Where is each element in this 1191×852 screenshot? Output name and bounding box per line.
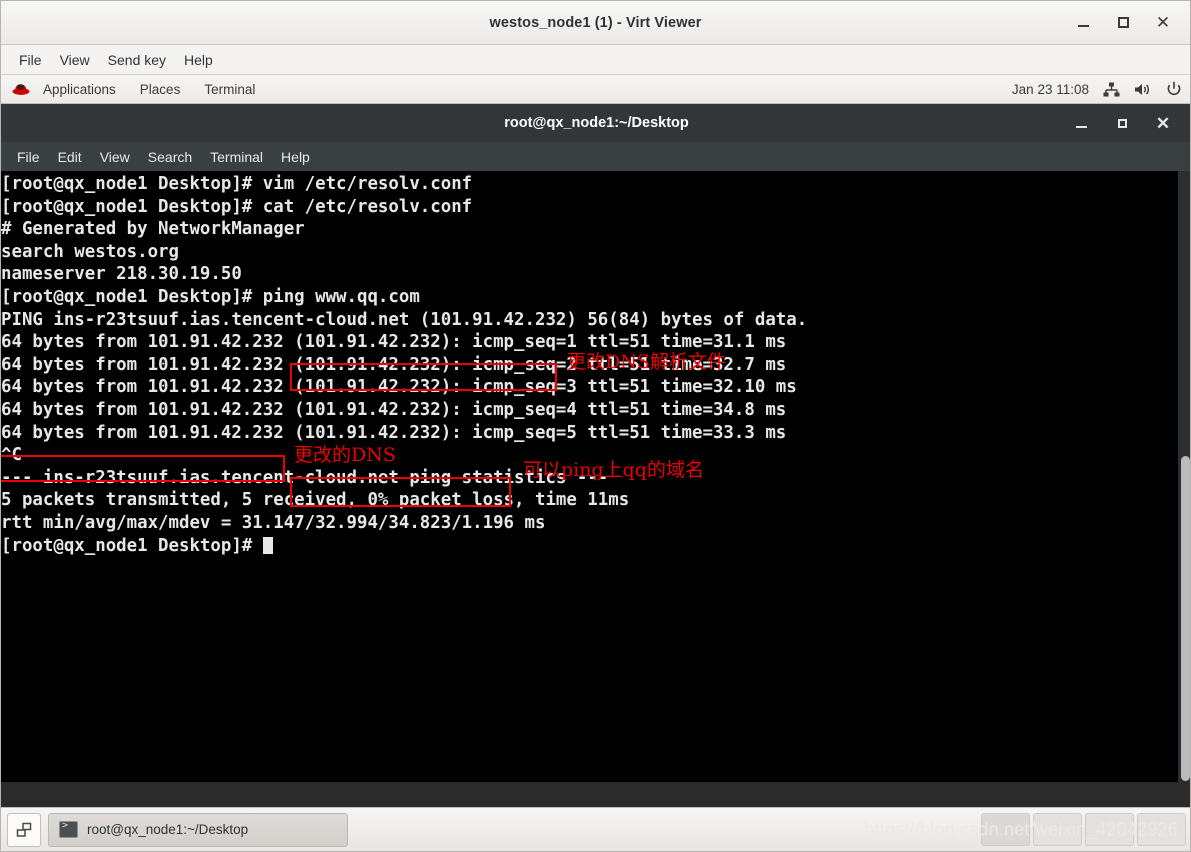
workspace-2[interactable]	[1033, 813, 1082, 846]
taskbar-window-label: root@qx_node1:~/Desktop	[87, 822, 249, 837]
terminal-close-icon[interactable]: ✕	[1154, 114, 1172, 132]
gnome-top-panel: Applications Places Terminal Jan 23 11:0…	[1, 75, 1190, 104]
volume-icon[interactable]	[1134, 82, 1152, 97]
taskbar-window-button[interactable]: root@qx_node1:~/Desktop	[48, 812, 348, 847]
workspace-3[interactable]	[1085, 813, 1134, 846]
annotation-label: 可以ping上qq的域名	[523, 459, 704, 481]
workspace-1[interactable]	[981, 813, 1030, 846]
terminal-line: [root@qx_node1 Desktop]#	[1, 535, 807, 558]
terminal-line: nameserver 218.30.19.50	[1, 264, 242, 285]
terminal-menu-search[interactable]: Search	[139, 147, 201, 167]
workspace-switcher: https://blog.csdn.net/weixin_42042926	[864, 813, 1186, 846]
terminal-line: 64 bytes from 101.91.42.232 (101.91.42.2…	[1, 377, 797, 398]
terminal-title: root@qx_node1:~/Desktop	[504, 115, 689, 131]
virt-viewer-titlebar: westos_node1 (1) - Virt Viewer ✕	[1, 1, 1190, 45]
vm-desktop: root@qx_node1:~/Desktop ✕ File Edit View…	[1, 104, 1190, 851]
terminal-scrollbar[interactable]	[1178, 171, 1190, 782]
close-icon[interactable]: ✕	[1154, 14, 1172, 32]
terminal-minimize-icon[interactable]	[1072, 114, 1090, 132]
terminal-window: root@qx_node1:~/Desktop ✕ File Edit View…	[1, 104, 1190, 782]
virt-viewer-menubar: File View Send key Help	[1, 45, 1190, 75]
terminal-menu-terminal[interactable]: Terminal	[201, 147, 272, 167]
vm-taskbar: root@qx_node1:~/Desktop https://blog.csd…	[1, 807, 1190, 851]
terminal-line: # Generated by NetworkManager	[1, 219, 305, 240]
terminal-line: search westos.org	[1, 241, 179, 262]
terminal-menu-file[interactable]: File	[8, 147, 49, 167]
terminal-maximize-icon[interactable]	[1113, 114, 1131, 132]
menu-view[interactable]: View	[51, 50, 99, 70]
virt-viewer-title: westos_node1 (1) - Virt Viewer	[489, 14, 702, 31]
annotation-label: 更改DNS解析文件	[567, 351, 726, 373]
terminal-line: 64 bytes from 101.91.42.232 (101.91.42.2…	[1, 422, 787, 443]
terminal-cursor	[262, 536, 273, 554]
terminal-line: [root@qx_node1 Desktop]# vim /etc/resolv…	[1, 174, 473, 194]
terminal-window-buttons: ✕	[1072, 104, 1180, 142]
annotation-label: 更改的DNS	[294, 444, 396, 466]
network-icon[interactable]	[1103, 82, 1120, 97]
terminal-body[interactable]: [root@qx_node1 Desktop]# vim /etc/resolv…	[1, 171, 1190, 782]
panel-terminal[interactable]: Terminal	[192, 79, 267, 100]
terminal-menu-view[interactable]: View	[91, 147, 139, 167]
panel-clock[interactable]: Jan 23 11:08	[1012, 82, 1089, 97]
panel-applications[interactable]: Applications	[31, 79, 128, 100]
maximize-icon[interactable]	[1114, 14, 1132, 32]
show-desktop-icon[interactable]	[7, 812, 41, 847]
virt-viewer-window-buttons: ✕	[1074, 1, 1180, 44]
terminal-line: rtt min/avg/max/mdev = 31.147/32.994/34.…	[1, 512, 546, 533]
workspace-4[interactable]	[1137, 813, 1186, 846]
terminal-menu-help[interactable]: Help	[272, 147, 319, 167]
menu-file[interactable]: File	[10, 50, 51, 70]
menu-help[interactable]: Help	[175, 50, 222, 70]
terminal-menubar: File Edit View Search Terminal Help	[1, 142, 1190, 171]
terminal-line: [root@qx_node1 Desktop]# cat /etc/resolv…	[1, 196, 473, 217]
terminal-icon	[59, 820, 78, 838]
panel-places[interactable]: Places	[128, 79, 193, 100]
minimize-icon[interactable]	[1074, 14, 1092, 32]
virt-viewer-window: westos_node1 (1) - Virt Viewer ✕ File Vi…	[0, 0, 1191, 852]
terminal-line: PING ins-r23tsuuf.ias.tencent-cloud.net …	[1, 309, 808, 330]
terminal-line: [root@qx_node1 Desktop]# ping www.qq.com	[1, 286, 420, 307]
power-icon[interactable]	[1166, 81, 1182, 97]
terminal-menu-edit[interactable]: Edit	[49, 147, 91, 167]
menu-send-key[interactable]: Send key	[99, 50, 175, 70]
terminal-line: 5 packets transmitted, 5 received, 0% pa…	[1, 490, 630, 511]
terminal-scrollbar-thumb[interactable]	[1181, 456, 1190, 781]
terminal-line: 64 bytes from 101.91.42.232 (101.91.42.2…	[1, 399, 787, 420]
terminal-titlebar: root@qx_node1:~/Desktop ✕	[1, 104, 1190, 142]
redhat-logo-icon	[11, 81, 31, 97]
